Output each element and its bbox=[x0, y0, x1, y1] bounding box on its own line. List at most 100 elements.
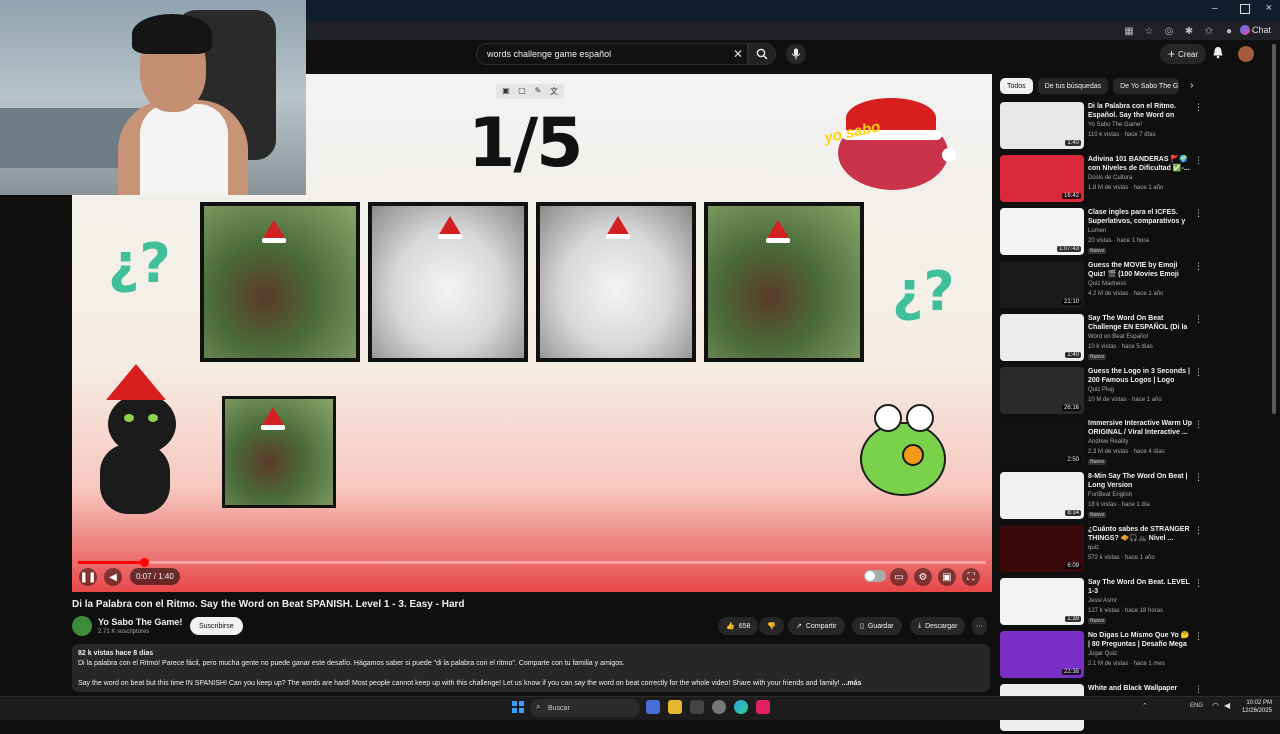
recommendation-channel[interactable]: Dosis de Cultura bbox=[1088, 175, 1132, 181]
more-vertical-icon[interactable]: ⋮ bbox=[1194, 684, 1203, 695]
star-icon[interactable]: ☆ bbox=[1142, 24, 1156, 38]
wifi-icon[interactable]: ◠ bbox=[1212, 701, 1219, 710]
chip-all[interactable]: Todos bbox=[1000, 78, 1033, 94]
recommendation-channel[interactable]: Word on Beat Español bbox=[1088, 334, 1148, 340]
channel-avatar[interactable] bbox=[72, 616, 92, 636]
clear-search-icon[interactable]: ✕ bbox=[730, 46, 746, 62]
refresh-icon[interactable]: ◎ bbox=[1162, 24, 1176, 38]
capture-icon[interactable]: ▢ bbox=[516, 86, 528, 97]
taskbar-steam-icon[interactable] bbox=[712, 700, 726, 714]
recommendation-title[interactable]: Guess the MOVIE by Emoji Quiz! 🎬 (100 Mo… bbox=[1088, 261, 1192, 280]
close-window-icon[interactable]: × bbox=[1266, 2, 1272, 14]
recommendation-title[interactable]: Di la Palabra con el Ritmo. Español. Say… bbox=[1088, 102, 1192, 121]
description-box[interactable]: 82 k vistas hace 8 días Di la palabra co… bbox=[72, 644, 990, 692]
favorites-icon[interactable]: ✩ bbox=[1202, 24, 1216, 38]
recommendation-item[interactable]: 21:10 Guess the MOVIE by Emoji Quiz! 🎬 (1… bbox=[1000, 260, 1270, 311]
video-thumbnail[interactable]: 1:07:43 bbox=[1000, 207, 1084, 255]
image-icon[interactable]: ▣ bbox=[500, 86, 512, 97]
recommendation-title[interactable]: 8-Min Say The Word On Beat | Long Versio… bbox=[1088, 472, 1192, 490]
taskbar-terminal-icon[interactable] bbox=[690, 700, 704, 714]
more-vertical-icon[interactable]: ⋮ bbox=[1194, 631, 1203, 642]
more-vertical-icon[interactable]: ⋮ bbox=[1194, 419, 1203, 430]
captions-button[interactable]: ▭ bbox=[890, 568, 908, 586]
recommendation-channel[interactable]: Quiz Plug bbox=[1088, 387, 1114, 393]
video-thumbnail[interactable]: 1:40 bbox=[1000, 102, 1084, 149]
profile-icon[interactable]: ● bbox=[1222, 24, 1236, 38]
progress-bar[interactable] bbox=[78, 561, 986, 564]
recommendation-channel[interactable]: Jessi Asmr bbox=[1088, 598, 1117, 604]
download-button[interactable]: ⤓ Descargar bbox=[910, 617, 966, 635]
recommendation-title[interactable]: ¿Cuánto sabes de STRANGER THINGS? 🧇🎧🚲 Ni… bbox=[1088, 525, 1192, 543]
more-vertical-icon[interactable]: ⋮ bbox=[1194, 102, 1203, 113]
chip-from-searches[interactable]: De tus búsquedas bbox=[1037, 78, 1109, 94]
puzzle-icon[interactable]: ✱ bbox=[1182, 24, 1196, 38]
search-input[interactable]: words challenge game español bbox=[476, 43, 748, 65]
dislike-button[interactable]: 👎 bbox=[759, 617, 784, 635]
video-thumbnail[interactable]: 26:16 bbox=[1000, 366, 1084, 414]
more-actions-button[interactable]: ⋯ bbox=[972, 617, 987, 635]
share-button[interactable]: ↗ Compartir bbox=[788, 617, 845, 635]
recommendation-item[interactable]: 8:14 8-Min Say The Word On Beat | Long Ve… bbox=[1000, 472, 1270, 522]
show-more-link[interactable]: ...más bbox=[842, 680, 862, 687]
progress-scrubber[interactable] bbox=[140, 558, 149, 567]
chevron-up-icon[interactable]: ⌃ bbox=[1142, 702, 1148, 710]
recommendation-item[interactable]: 1:40 Say The Word On Beat Challenge EN ES… bbox=[1000, 313, 1270, 364]
recommendation-title[interactable]: Say The Word On Beat Challenge EN ESPAÑO… bbox=[1088, 314, 1192, 333]
recommendation-channel[interactable]: Yo Sabo The Game! bbox=[1088, 122, 1142, 128]
video-thumbnail[interactable]: 21:10 bbox=[1000, 260, 1084, 308]
speaker-icon[interactable]: ◀ bbox=[1224, 701, 1230, 710]
settings-button[interactable]: ⚙ bbox=[914, 568, 932, 586]
chevron-right-icon[interactable]: › bbox=[1184, 78, 1193, 94]
taskbar-files-icon[interactable] bbox=[668, 700, 682, 714]
search-button[interactable] bbox=[748, 43, 776, 65]
recommendation-item[interactable]: 16:42 Adivina 101 BANDERAS 🚩🌍 con Niveles… bbox=[1000, 154, 1270, 205]
like-button[interactable]: 👍 658 bbox=[718, 617, 759, 635]
recommendation-item[interactable]: 22:38 No Digas Lo Mismo Que Yo 🤔 | 80 Pre… bbox=[1000, 631, 1270, 681]
video-thumbnail[interactable]: 2:50 bbox=[1000, 419, 1084, 467]
channel-name[interactable]: Yo Sabo The Game! bbox=[98, 617, 182, 627]
edit-icon[interactable]: ✎ bbox=[532, 86, 544, 97]
recommendation-channel[interactable]: FunBeat English bbox=[1088, 492, 1132, 498]
more-vertical-icon[interactable]: ⋮ bbox=[1194, 472, 1203, 483]
more-vertical-icon[interactable]: ⋮ bbox=[1194, 261, 1203, 272]
recommendation-title[interactable]: Guess the Logo in 3 Seconds | 200 Famous… bbox=[1088, 367, 1192, 386]
translate-icon[interactable]: 文 bbox=[548, 86, 560, 97]
volume-button[interactable]: ◀ bbox=[104, 568, 122, 586]
recommendation-channel[interactable]: quiz bbox=[1088, 545, 1099, 551]
taskbar-app-store-icon[interactable] bbox=[646, 700, 660, 714]
more-vertical-icon[interactable]: ⋮ bbox=[1194, 155, 1203, 166]
video-thumbnail[interactable]: 1:40 bbox=[1000, 313, 1084, 361]
taskbar-tiktok-icon[interactable] bbox=[756, 700, 770, 714]
recommendation-item[interactable]: 6:09 ¿Cuánto sabes de STRANGER THINGS? 🧇🎧… bbox=[1000, 525, 1270, 575]
miniplayer-button[interactable]: ▣ bbox=[938, 568, 956, 586]
video-thumbnail[interactable]: 22:38 bbox=[1000, 631, 1084, 678]
minimize-icon[interactable]: – bbox=[1212, 4, 1222, 14]
more-vertical-icon[interactable]: ⋮ bbox=[1194, 314, 1203, 325]
more-vertical-icon[interactable]: ⋮ bbox=[1194, 367, 1203, 378]
windows-start-icon[interactable] bbox=[512, 701, 524, 713]
recommendation-item[interactable]: 2:50 Immersive Interactive Warm Up ORIGIN… bbox=[1000, 419, 1270, 469]
notifications-bell-icon[interactable] bbox=[1210, 46, 1226, 62]
recommendation-item[interactable]: 1:39 Say The Word On Beat. LEVEL 1-3 Jessi… bbox=[1000, 578, 1270, 628]
recommendation-channel[interactable]: Lumen bbox=[1088, 228, 1106, 234]
chip-channel[interactable]: De Yo Sabo The G bbox=[1113, 78, 1180, 94]
autoplay-toggle[interactable] bbox=[864, 570, 886, 582]
recommendation-item[interactable]: 1:40 Di la Palabra con el Ritmo. Español.… bbox=[1000, 102, 1270, 152]
save-button[interactable]: ▯ Guardar bbox=[852, 617, 902, 635]
pause-button[interactable]: ❚❚ bbox=[79, 568, 97, 586]
voice-search-button[interactable] bbox=[786, 44, 806, 64]
maximize-icon[interactable] bbox=[1240, 4, 1250, 14]
taskbar-search[interactable]: ⌕ Buscar bbox=[530, 699, 640, 717]
recommendation-title[interactable]: White and Black Wallpaper bbox=[1088, 684, 1192, 693]
extension-icon[interactable]: ▦ bbox=[1122, 24, 1136, 38]
recommendation-title[interactable]: Adivina 101 BANDERAS 🚩🌍 con Niveles de D… bbox=[1088, 155, 1192, 173]
recommendation-channel[interactable]: Andrew Reality bbox=[1088, 439, 1128, 445]
recommendation-item[interactable]: 26:16 Guess the Logo in 3 Seconds | 200 F… bbox=[1000, 366, 1270, 417]
account-avatar[interactable] bbox=[1238, 46, 1254, 62]
language-indicator[interactable]: ENG bbox=[1190, 703, 1203, 709]
more-vertical-icon[interactable]: ⋮ bbox=[1194, 578, 1203, 589]
more-vertical-icon[interactable]: ⋮ bbox=[1194, 208, 1203, 219]
recommendation-title[interactable]: No Digas Lo Mismo Que Yo 🤔 | 80 Pregunta… bbox=[1088, 631, 1192, 650]
subscribe-button[interactable]: Suscribirse bbox=[190, 617, 243, 635]
taskbar-edge-icon[interactable] bbox=[734, 700, 748, 714]
